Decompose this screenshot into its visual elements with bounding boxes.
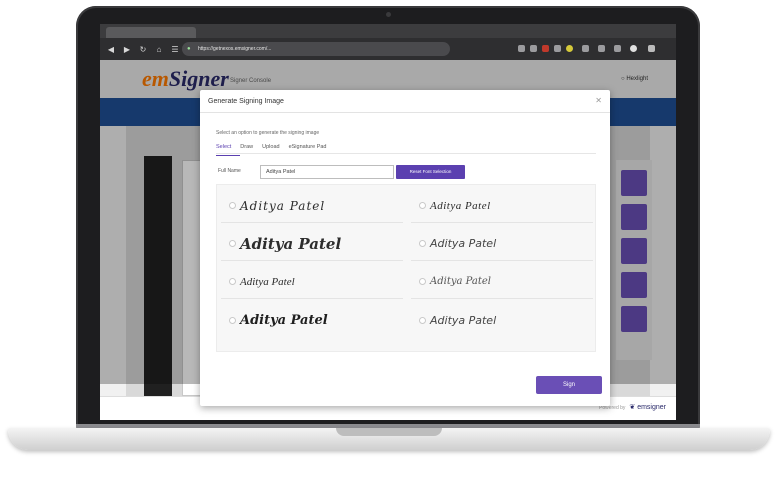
radio-button[interactable]: [419, 316, 426, 324]
dialog-hint: Select an option to generate the signing…: [216, 130, 320, 136]
signature-option[interactable]: Aditya Patel: [411, 265, 593, 299]
full-name-input[interactable]: Aditya Patel: [260, 165, 394, 179]
signature-preview: Aditya Patel: [240, 275, 295, 288]
radio-button[interactable]: [419, 202, 426, 209]
radio-button[interactable]: [419, 278, 426, 285]
menu-icon[interactable]: [648, 45, 655, 52]
signature-preview: Aditya Patel: [240, 234, 342, 253]
signature-option[interactable]: Aditya Patel: [221, 265, 403, 299]
browser-tab[interactable]: [106, 27, 196, 38]
signature-preview: Aditya Patel: [430, 313, 497, 327]
signature-option[interactable]: Aditya Patel: [221, 303, 403, 337]
extension-icon[interactable]: [530, 45, 537, 52]
radio-button[interactable]: [229, 240, 236, 247]
browser-tab-bar: [100, 24, 676, 38]
laptop-mockup: ◀ ▶ ↻ ⌂ ☰ ● https://getnexos.emsigner.co…: [0, 0, 778, 481]
tab-underline: [216, 153, 596, 154]
radio-button[interactable]: [229, 202, 236, 209]
signature-preview: Aditya Patel: [240, 198, 326, 213]
laptop-notch: [336, 428, 442, 436]
profile-icon[interactable]: [630, 45, 637, 52]
close-icon[interactable]: ✕: [595, 96, 602, 105]
back-icon[interactable]: ◀: [106, 45, 116, 54]
signature-options-grid: Aditya Patel Aditya Patel Aditya Patel A…: [216, 184, 596, 352]
reset-font-selection-button[interactable]: Reset Font Selection: [396, 165, 465, 179]
camera-icon: [386, 12, 391, 17]
refresh-icon[interactable]: ↻: [138, 45, 148, 54]
forward-icon[interactable]: ▶: [122, 45, 132, 54]
signature-option[interactable]: Aditya Patel: [221, 189, 403, 223]
extension-icon[interactable]: [566, 45, 573, 52]
radio-button[interactable]: [419, 240, 426, 247]
dialog-title: Generate Signing Image: [208, 98, 284, 105]
signature-option[interactable]: Aditya Patel: [411, 189, 593, 223]
home-icon[interactable]: ⌂: [154, 45, 164, 54]
extension-icon[interactable]: [554, 45, 561, 52]
extension-icon[interactable]: [614, 45, 621, 52]
signature-option[interactable]: Aditya Patel: [411, 227, 593, 261]
radio-button[interactable]: [229, 316, 236, 324]
signature-preview: Aditya Patel: [240, 312, 328, 328]
browser-toolbar: ◀ ▶ ↻ ⌂ ☰ ● https://getnexos.emsigner.co…: [100, 38, 676, 60]
reader-icon[interactable]: ☰: [170, 45, 180, 54]
full-name-label: Full Name: [218, 168, 241, 174]
extension-icon[interactable]: [598, 45, 605, 52]
sign-button[interactable]: Sign: [536, 376, 602, 394]
signature-option[interactable]: Aditya Patel: [221, 227, 403, 261]
signing-image-dialog: Generate Signing Image ✕ Select an optio…: [200, 90, 610, 406]
dialog-divider: [200, 112, 610, 113]
url-text: https://getnexos.emsigner.com/...: [198, 46, 272, 52]
signature-preview: Aditya Patel: [430, 237, 497, 250]
laptop-screen: ◀ ▶ ↻ ⌂ ☰ ● https://getnexos.emsigner.co…: [100, 24, 676, 420]
lock-icon: ●: [187, 46, 191, 52]
signature-preview: Aditya Patel: [430, 276, 492, 287]
signature-option[interactable]: Aditya Patel: [411, 303, 593, 337]
address-bar[interactable]: ● https://getnexos.emsigner.com/...: [182, 42, 450, 56]
extension-icon[interactable]: [518, 45, 525, 52]
extension-icon[interactable]: [542, 45, 549, 52]
signature-preview: Aditya Patel: [430, 199, 491, 212]
extension-icon[interactable]: [582, 45, 589, 52]
radio-button[interactable]: [229, 278, 236, 285]
full-name-row: Full Name Aditya Patel Reset Font Select…: [218, 164, 596, 180]
